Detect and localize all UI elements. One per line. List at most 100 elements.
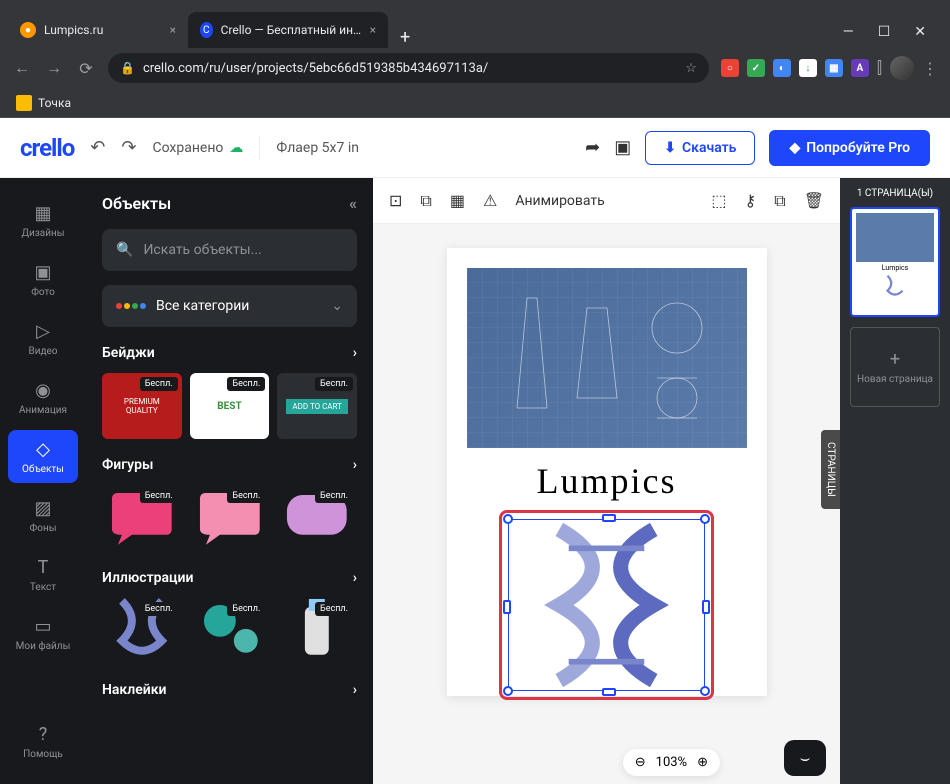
crop-icon[interactable]: ⧉ xyxy=(420,191,431,211)
section-stickers[interactable]: Наклейки › xyxy=(102,682,357,698)
minimize-icon[interactable]: — xyxy=(843,24,854,40)
canvas-area: ⊡ ⧉ ▦ ⚠ Анимировать ⬚ ⚷ ⧉ 🗑 xyxy=(373,178,840,784)
object-thumb-shape-3[interactable]: Беспл. xyxy=(277,485,357,551)
resize-handle-tr[interactable] xyxy=(700,514,710,524)
resize-handle-mr[interactable] xyxy=(702,600,710,614)
resize-handle-ml[interactable] xyxy=(503,600,511,614)
ext-icon-5[interactable]: ▦ xyxy=(825,59,843,77)
help-icon: ? xyxy=(32,723,54,745)
rail-item-text[interactable]: T Текст xyxy=(8,548,78,601)
search-input[interactable]: 🔍 Искать объекты... xyxy=(102,229,357,271)
ext-icon-1[interactable]: ○ xyxy=(721,59,739,77)
chat-button[interactable]: ⌣ xyxy=(784,740,826,776)
section-badges[interactable]: Бейджи › xyxy=(102,345,357,361)
zoom-out-icon[interactable]: ⊖ xyxy=(635,755,646,770)
resize-handle-br[interactable] xyxy=(700,686,710,696)
url-input[interactable]: 🔒 crello.com/ru/user/projects/5ebc66d519… xyxy=(108,53,709,83)
pages-side-tab[interactable]: СТРАНИЦЫ xyxy=(821,430,840,509)
forward-icon[interactable]: → xyxy=(44,58,64,78)
effects-icon[interactable]: ▦ xyxy=(450,191,465,210)
close-icon[interactable]: × xyxy=(370,23,376,37)
collapse-panel-icon[interactable]: « xyxy=(349,194,357,213)
lock-icon: 🔒 xyxy=(120,61,135,75)
free-tag: Беспл. xyxy=(140,377,178,391)
ext-icon-3[interactable]: ◐ xyxy=(773,59,791,77)
lock-icon[interactable]: ⚷ xyxy=(745,191,757,210)
zoom-control: ⊖ 103% ⊕ xyxy=(623,749,720,776)
maximize-icon[interactable]: ☐ xyxy=(878,24,891,40)
rail-item-video[interactable]: ▷ Видео xyxy=(8,312,78,365)
object-thumb-illus-1[interactable]: Беспл. xyxy=(102,598,182,664)
rail-item-files[interactable]: ▭ Мои файлы xyxy=(8,607,78,660)
present-icon[interactable]: ▣ xyxy=(614,137,631,158)
design-canvas[interactable]: Lumpics xyxy=(447,248,767,696)
rail-item-objects[interactable]: ◇ Объекты xyxy=(8,430,78,483)
profile-avatar[interactable] xyxy=(890,56,914,80)
tab-title: Crello — Бесплатный инструмен xyxy=(221,23,362,37)
selection-bounds[interactable] xyxy=(508,519,705,691)
delete-icon[interactable]: 🗑 xyxy=(804,191,824,210)
resize-handle-tm[interactable] xyxy=(602,514,616,522)
resize-handle-bl[interactable] xyxy=(503,686,513,696)
duplicate-icon[interactable]: ⧉ xyxy=(774,191,785,211)
redo-icon[interactable]: ↷ xyxy=(121,137,136,158)
object-thumb-illus-2[interactable]: Беспл. xyxy=(190,598,270,664)
zoom-in-icon[interactable]: ⊕ xyxy=(697,755,708,770)
app-root: crello ↶ ↷ Сохранено ☁ Флаер 5x7 in ➦ ▣ … xyxy=(0,118,950,784)
object-thumb-shape-2[interactable]: Беспл. xyxy=(190,485,270,551)
new-tab-button[interactable]: + xyxy=(388,27,422,48)
object-thumb-badge-3[interactable]: ADD TO CARTБеспл. xyxy=(277,373,357,439)
layers-icon[interactable]: ⬚ xyxy=(711,191,726,210)
rail-label: Фоны xyxy=(30,523,57,534)
browser-tab-crello[interactable]: C Crello — Бесплатный инструмен × xyxy=(188,12,388,48)
free-tag: Беспл. xyxy=(140,602,178,616)
canvas-viewport[interactable]: Lumpics xyxy=(373,224,840,784)
rail-item-help[interactable]: ? Помощь xyxy=(8,715,78,768)
page-thumb-1[interactable]: Lumpics xyxy=(850,207,940,317)
bookmark-item[interactable]: Точка xyxy=(16,95,71,111)
app-header: crello ↶ ↷ Сохранено ☁ Флаер 5x7 in ➦ ▣ … xyxy=(0,118,950,178)
cloud-check-icon: ☁ xyxy=(229,140,243,156)
pages-count: 1 СТРАНИЦА(Ы) xyxy=(850,188,940,199)
ext-icon-4[interactable]: ↓ xyxy=(799,59,817,77)
new-page-button[interactable]: + Новая страница xyxy=(850,327,940,407)
categories-label: Все категории xyxy=(156,298,249,314)
ext-icon-6[interactable]: A xyxy=(851,59,869,77)
project-name[interactable]: Флаер 5x7 in xyxy=(276,140,359,156)
canvas-title-text[interactable]: Lumpics xyxy=(467,460,747,502)
rail-item-photo[interactable]: ▣ Фото xyxy=(8,253,78,306)
try-pro-button[interactable]: ◆ Попробуйте Pro xyxy=(769,130,930,166)
dna-illustration[interactable] xyxy=(509,520,704,690)
section-shapes[interactable]: Фигуры › xyxy=(102,457,357,473)
share-icon[interactable]: ➦ xyxy=(585,137,600,158)
undo-icon[interactable]: ↶ xyxy=(90,137,105,158)
download-button[interactable]: ⬇ Скачать xyxy=(645,131,755,165)
section-illustrations[interactable]: Иллюстрации › xyxy=(102,570,357,586)
blueprint-image[interactable] xyxy=(467,268,747,448)
ext-icon-2[interactable]: ✓ xyxy=(747,59,765,77)
logo[interactable]: crello xyxy=(20,134,74,162)
object-thumb-illus-3[interactable]: Беспл. xyxy=(277,598,357,664)
rail-label: Помощь xyxy=(23,749,63,760)
star-icon[interactable]: ☆ xyxy=(685,61,697,76)
browser-tab-lumpics[interactable]: ● Lumpics.ru × xyxy=(8,12,188,48)
position-icon[interactable]: ⊡ xyxy=(389,191,402,210)
resize-handle-bm[interactable] xyxy=(602,688,616,696)
close-icon[interactable]: × xyxy=(170,23,176,37)
object-thumb-shape-1[interactable]: Беспл. xyxy=(102,485,182,551)
flip-icon[interactable]: ⚠ xyxy=(483,191,497,210)
object-thumb-badge-1[interactable]: PREMIUMQUALITYБеспл. xyxy=(102,373,182,439)
back-icon[interactable]: ← xyxy=(12,58,32,78)
categories-dropdown[interactable]: Все категории ⌄ xyxy=(102,285,357,327)
pages-panel: 1 СТРАНИЦА(Ы) Lumpics + Новая страница С… xyxy=(840,178,950,784)
reload-icon[interactable]: ⟳ xyxy=(76,59,96,78)
menu-icon[interactable]: ⋮ xyxy=(922,59,938,78)
animate-button[interactable]: Анимировать xyxy=(515,193,604,209)
resize-handle-tl[interactable] xyxy=(503,514,513,524)
close-window-icon[interactable]: ✕ xyxy=(914,24,926,40)
rail-item-designs[interactable]: ▦ Дизайны xyxy=(8,194,78,247)
object-thumb-badge-2[interactable]: BESTБеспл. xyxy=(190,373,270,439)
rail-item-backgrounds[interactable]: ▨ Фоны xyxy=(8,489,78,542)
rail-item-animation[interactable]: ◉ Анимация xyxy=(8,371,78,424)
reading-list-icon[interactable]: ⫿ xyxy=(877,58,882,78)
